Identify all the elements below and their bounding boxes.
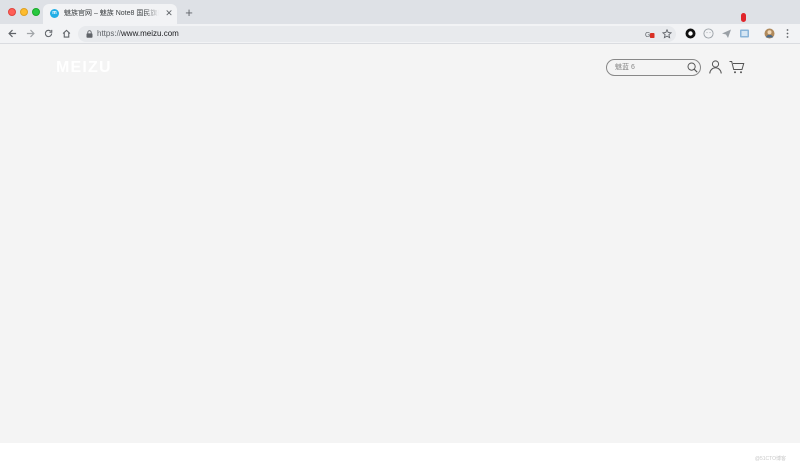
tab-close-icon[interactable]: ✕ xyxy=(164,8,174,19)
search-icon[interactable] xyxy=(687,62,698,73)
extension-image-icon[interactable] xyxy=(739,28,750,39)
user-account-icon[interactable] xyxy=(709,60,722,74)
tab-title: 魅族官网 – 魅族 Note8 国民旗舰 xyxy=(64,10,159,17)
translate-icon[interactable]: G xyxy=(645,29,655,39)
url-text: https://www.meizu.com xyxy=(97,28,179,40)
site-search-input[interactable] xyxy=(615,62,681,73)
profile-avatar-icon[interactable] xyxy=(764,28,775,39)
logo-text: MEIZU xyxy=(56,59,112,73)
forward-arrow-icon[interactable] xyxy=(23,26,37,42)
lock-icon xyxy=(86,30,93,38)
window-close-button[interactable] xyxy=(8,8,16,16)
bookmark-star-icon[interactable] xyxy=(662,29,672,39)
extension-circle-icon[interactable] xyxy=(685,28,696,39)
page-viewport: MEIZU xyxy=(0,44,800,443)
browser-tab-meizu[interactable]: m 魅族官网 – 魅族 Note8 国民旗舰 ✕ xyxy=(43,4,177,24)
url-scheme: https:// xyxy=(97,29,122,38)
svg-text:G: G xyxy=(645,32,650,39)
page-bottom-strip: @51CTO博客 xyxy=(0,443,800,464)
reload-icon[interactable] xyxy=(41,26,55,42)
window-zoom-button[interactable] xyxy=(32,8,40,16)
url-host: www.meizu.com xyxy=(121,29,179,38)
watermark-text: @51CTO博客 xyxy=(754,456,786,462)
address-bar[interactable]: https://www.meizu.com G xyxy=(78,26,676,42)
back-arrow-icon[interactable] xyxy=(5,26,19,42)
meizu-logo[interactable]: MEIZU xyxy=(56,59,126,73)
cart-count-badge xyxy=(741,13,746,22)
extension-smiley-icon[interactable] xyxy=(703,28,714,39)
site-search-box[interactable] xyxy=(606,59,701,76)
window-minimize-button[interactable] xyxy=(20,8,28,16)
new-tab-button[interactable]: + xyxy=(183,5,195,21)
shopping-cart-icon[interactable] xyxy=(729,60,745,74)
browser-toolbar: https://www.meizu.com G xyxy=(0,24,800,44)
home-icon[interactable] xyxy=(59,26,73,42)
extension-send-icon[interactable] xyxy=(721,28,732,39)
browser-tab-strip: m 魅族官网 – 魅族 Note8 国民旗舰 ✕ + xyxy=(0,0,800,24)
chrome-menu-icon[interactable] xyxy=(782,28,793,39)
meizu-favicon-icon: m xyxy=(50,9,59,18)
